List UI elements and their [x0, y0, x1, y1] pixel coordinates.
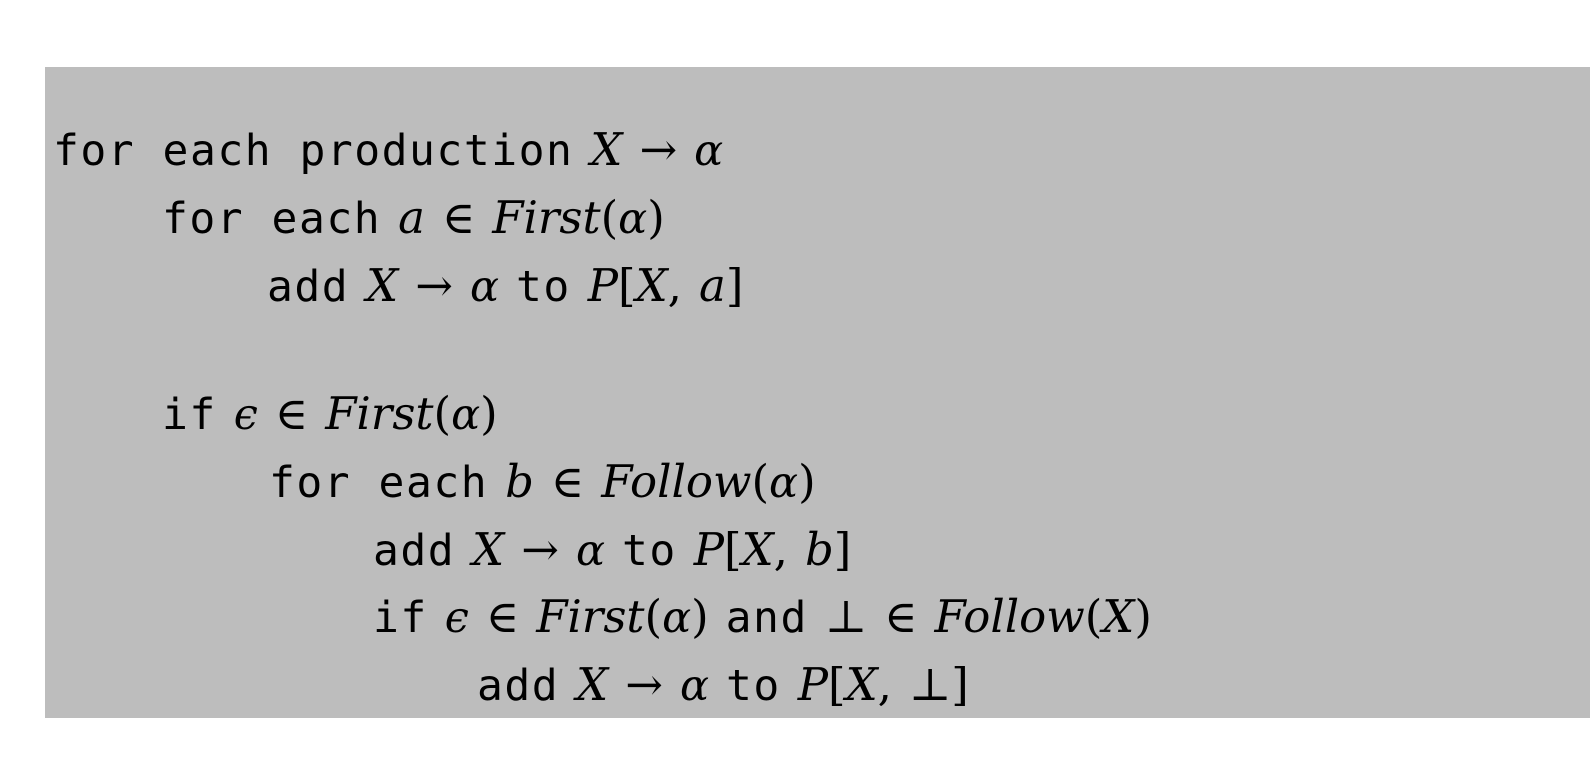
identifier-token: X — [635, 259, 668, 312]
algorithm-panel: for each production X → α for each a ∈ First(α)… — [45, 67, 1590, 718]
element-of-icon: ∈ — [441, 191, 476, 244]
code-line: add X → α to P[X, ⊥] — [477, 662, 969, 708]
math-punct-token: , — [773, 523, 788, 576]
keyword-token: for each — [162, 194, 382, 244]
math-punct-token: ) — [647, 191, 665, 244]
identifier-token: X — [472, 523, 505, 576]
math-punct-token: ( — [433, 387, 452, 440]
element-of-icon: ∈ — [550, 455, 585, 508]
keyword-token: to — [621, 526, 677, 576]
math-punct-token: , — [667, 259, 682, 312]
math-punct-token: ( — [751, 455, 770, 508]
math-punct-token: , — [877, 658, 892, 711]
identifier-token: X — [1102, 590, 1135, 643]
math-punct-token: ] — [951, 658, 969, 711]
bottom-symbol-icon: ⊥ — [908, 658, 952, 711]
identifier-token: P — [587, 259, 619, 312]
greek-symbol-token: ϵ — [444, 593, 469, 643]
code-line: add X → α to P[X, a] — [267, 263, 743, 309]
math-punct-token: ) — [1134, 590, 1152, 643]
arrow-icon: → — [639, 123, 678, 176]
identifier-token: First — [325, 387, 434, 440]
math-punct-token: [ — [828, 658, 846, 711]
keyword-token: to — [725, 661, 781, 711]
keyword-token: add — [267, 262, 350, 312]
greek-symbol-token: α — [469, 262, 499, 312]
arrow-icon: → — [625, 658, 663, 711]
identifier-token: b — [505, 455, 534, 508]
element-of-icon: ∈ — [485, 590, 520, 643]
keyword-token: if — [162, 390, 217, 440]
page-root: { "figure": { "kind": "algorithm-pseudoc… — [0, 0, 1590, 779]
keyword-token: add — [373, 526, 456, 576]
identifier-token: X — [741, 523, 774, 576]
identifier-token: First — [492, 191, 601, 244]
math-punct-token: [ — [618, 259, 636, 312]
math-punct-token: ( — [600, 191, 619, 244]
arrow-icon: → — [415, 259, 453, 312]
code-line: if ϵ ∈ First(α) — [162, 391, 498, 437]
identifier-token: X — [366, 259, 399, 312]
keyword-token: for each — [269, 458, 489, 508]
bottom-symbol-icon: ⊥ — [824, 590, 868, 643]
greek-symbol-token: ϵ — [233, 390, 258, 440]
code-line: if ϵ ∈ First(α) and ⊥ ∈ Follow(X) — [373, 594, 1152, 640]
identifier-token: X — [590, 123, 623, 176]
code-line: for each a ∈ First(α) — [162, 195, 665, 241]
identifier-token: a — [398, 191, 425, 244]
keyword-token: for each production — [53, 126, 574, 176]
greek-symbol-token: α — [694, 126, 724, 176]
identifier-token: P — [797, 658, 829, 711]
math-punct-token: ] — [833, 523, 852, 576]
element-of-icon: ∈ — [274, 387, 309, 440]
keyword-token: add — [477, 661, 560, 711]
identifier-token: Follow — [601, 455, 752, 508]
math-punct-token: ( — [644, 590, 663, 643]
math-punct-token: ( — [1084, 590, 1103, 643]
code-line: add X → α to P[X, b] — [373, 527, 851, 573]
greek-symbol-token: α — [451, 390, 481, 440]
identifier-token: X — [845, 658, 878, 711]
math-punct-token: ) — [480, 387, 498, 440]
math-punct-token: ] — [725, 259, 744, 312]
identifier-token: X — [576, 658, 609, 711]
element-of-icon: ∈ — [884, 590, 918, 643]
identifier-token: First — [536, 590, 645, 643]
identifier-token: a — [698, 259, 726, 312]
greek-symbol-token: α — [618, 194, 648, 244]
arrow-icon: → — [521, 523, 559, 576]
greek-symbol-token: α — [575, 526, 605, 576]
identifier-token: P — [693, 523, 725, 576]
math-punct-token: ) — [691, 590, 709, 643]
greek-symbol-token: α — [662, 593, 692, 643]
code-line: for each b ∈ Follow(α) — [269, 459, 816, 505]
math-punct-token: ) — [798, 455, 816, 508]
identifier-token: b — [804, 523, 834, 576]
greek-symbol-token: α — [679, 661, 709, 711]
keyword-token: if — [373, 593, 428, 643]
code-line: for each production X → α — [53, 127, 723, 173]
math-punct-token: [ — [724, 523, 742, 576]
identifier-token: Follow — [934, 590, 1085, 643]
keyword-token: and — [725, 593, 808, 643]
keyword-token: to — [515, 262, 571, 312]
greek-symbol-token: α — [769, 458, 799, 508]
